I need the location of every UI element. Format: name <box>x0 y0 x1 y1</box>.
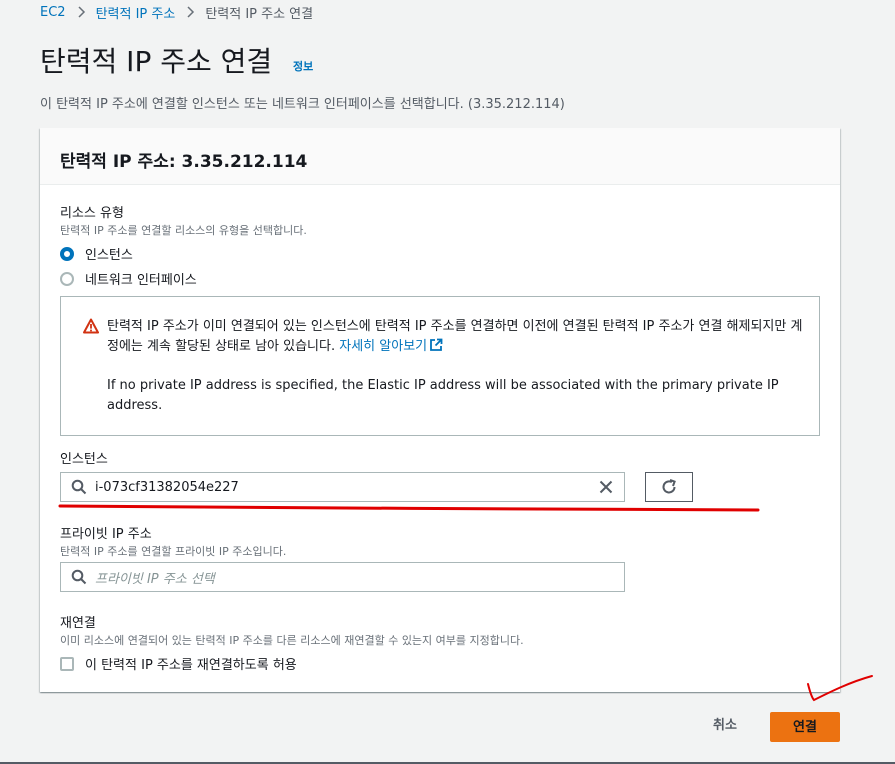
breadcrumb-ec2[interactable]: EC2 <box>40 5 66 20</box>
instance-search-value: i-073cf31382054e227 <box>95 479 239 495</box>
external-link-icon[interactable] <box>429 338 443 352</box>
resource-type-label: 리소스 유형 <box>60 206 124 221</box>
learn-more-link-label[interactable]: 자세히 알아보기 <box>339 339 427 354</box>
private-ip-search-input[interactable]: 프라이빗 IP 주소 선택 <box>60 562 625 592</box>
breadcrumb-elastic-ip[interactable]: 탄력적 IP 주소 <box>96 3 176 22</box>
association-panel: 탄력적 IP 주소: 3.35.212.114 리소스 유형 탄력적 IP 주소… <box>40 128 840 692</box>
learn-more-link[interactable]: 자세히 알아보기 <box>339 338 443 354</box>
warning-alert: 탄력적 IP 주소가 이미 연결되어 있는 인스턴스에 탄력적 IP 주소를 연… <box>60 296 820 436</box>
page-description: 이 탄력적 IP 주소에 연결할 인스턴스 또는 네트워크 인터페이스를 선택합… <box>40 97 565 112</box>
instance-label: 인스턴스 <box>60 452 108 467</box>
radio-instance[interactable]: 인스턴스 <box>60 244 133 263</box>
radio-label-instance: 인스턴스 <box>85 248 133 263</box>
breadcrumb: EC2 탄력적 IP 주소 탄력적 IP 주소 연결 <box>40 3 314 22</box>
resource-type-description: 탄력적 IP 주소를 연결할 리소스의 유형을 선택합니다. <box>60 224 307 237</box>
red-checkmark-annotation <box>807 675 873 702</box>
cancel-button[interactable]: 취소 <box>695 712 755 740</box>
close-icon[interactable] <box>598 479 614 495</box>
info-link[interactable]: 정보 <box>293 58 313 74</box>
reassociation-label: 재연결 <box>60 616 96 631</box>
red-underline-annotation <box>58 504 760 512</box>
breadcrumb-current: 탄력적 IP 주소 연결 <box>205 6 314 22</box>
instance-search-input[interactable]: i-073cf31382054e227 <box>60 472 625 502</box>
reassociation-checkbox-row[interactable]: 이 탄력적 IP 주소를 재연결하도록 허용 <box>60 654 297 673</box>
associate-button[interactable]: 연결 <box>770 712 840 742</box>
alert-message: 탄력적 IP 주소가 이미 연결되어 있는 인스턴스에 탄력적 IP 주소를 연… <box>107 317 807 357</box>
refresh-icon <box>662 479 676 494</box>
alert-message-text: 탄력적 IP 주소가 이미 연결되어 있는 인스턴스에 탄력적 IP 주소를 연… <box>107 319 803 354</box>
panel-header: 탄력적 IP 주소: 3.35.212.114 <box>40 128 840 185</box>
panel-title: 탄력적 IP 주소: 3.35.212.114 <box>60 152 308 172</box>
search-icon <box>71 569 87 585</box>
private-ip-label: 프라이빗 IP 주소 <box>60 527 152 542</box>
private-ip-placeholder: 프라이빗 IP 주소 선택 <box>95 571 215 587</box>
private-ip-description: 탄력적 IP 주소를 연결할 프라이빗 IP 주소입니다. <box>60 545 287 558</box>
alert-message-secondary: If no private IP address is specified, t… <box>107 378 779 413</box>
page-title: 탄력적 IP 주소 연결 <box>40 45 273 78</box>
allow-reassociation-checkbox[interactable] <box>60 656 74 671</box>
chevron-right-icon <box>187 6 195 18</box>
radio-label-network-interface: 네트워크 인터페이스 <box>85 273 197 288</box>
radio-button-unchecked[interactable] <box>60 271 74 286</box>
radio-network-interface[interactable]: 네트워크 인터페이스 <box>60 269 197 288</box>
radio-button-checked[interactable] <box>60 246 74 261</box>
chevron-right-icon <box>78 6 85 18</box>
refresh-button[interactable] <box>645 472 693 502</box>
search-icon <box>71 479 87 495</box>
allow-reassociation-label: 이 탄력적 IP 주소를 재연결하도록 허용 <box>85 658 297 673</box>
warning-icon <box>83 318 99 334</box>
reassociation-description: 이미 리소스에 연결되어 있는 탄력적 IP 주소를 다른 리소스에 재연결할 … <box>60 634 524 647</box>
